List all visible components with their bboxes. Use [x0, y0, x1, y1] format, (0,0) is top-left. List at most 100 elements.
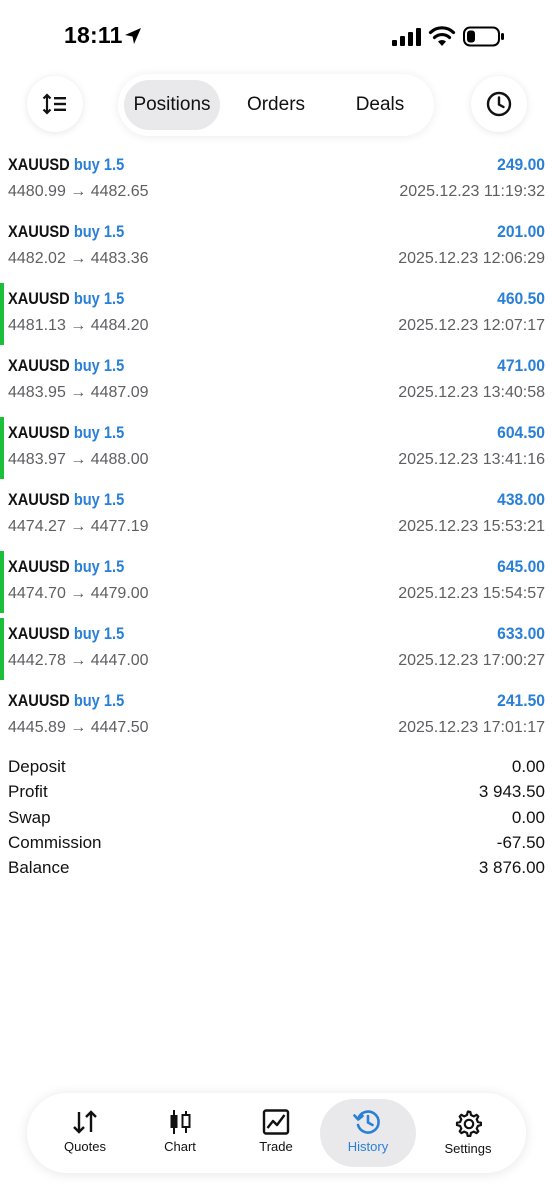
tab-deals[interactable]: Deals [332, 80, 428, 130]
summary-panel: Deposit 0.00 Profit 3 943.50 Swap 0.00 Commiss… [0, 755, 553, 881]
deal-symbol-line: XAUUSD buy 1.5 [8, 624, 124, 644]
summary-row: Commission -67.50 [0, 831, 553, 856]
deal-prices: 4481.13 → 4484.20 [8, 317, 149, 334]
deal-row[interactable]: XAUUSD buy 1.5 4480.99 → 4482.65 249.00 202… [0, 145, 553, 212]
nav-trade[interactable]: Trade [228, 1099, 324, 1167]
gear-icon [455, 1110, 482, 1137]
deal-time: 2025.12.23 13:41:16 [398, 451, 545, 468]
deal-row[interactable]: XAUUSD buy 1.5 4442.78 → 4447.00 633.00 202… [0, 614, 553, 681]
nav-label: History [347, 1139, 389, 1154]
deal-symbol: XAUUSD [8, 222, 70, 241]
tab-orders[interactable]: Orders [230, 80, 322, 130]
deal-side-volume: buy 1.5 [73, 490, 125, 509]
quotes-arrows-icon [73, 1110, 97, 1134]
summary-label: Swap [8, 807, 51, 827]
deal-profit: 438.00 [497, 490, 545, 509]
summary-label: Balance [8, 858, 70, 878]
nav-label: Settings [444, 1141, 492, 1156]
sort-icon [42, 93, 66, 115]
deal-prices: 4474.70 → 4479.00 [8, 585, 149, 602]
nav-chart[interactable]: Chart [132, 1099, 228, 1167]
summary-label: Deposit [8, 757, 66, 776]
history-icon [353, 1110, 380, 1134]
deal-symbol-line: XAUUSD buy 1.5 [8, 155, 124, 175]
deal-time: 2025.12.23 15:53:21 [398, 518, 545, 535]
summary-label: Commission [8, 832, 102, 852]
deal-symbol-line: XAUUSD buy 1.5 [8, 289, 124, 309]
nav-label: Trade [259, 1139, 293, 1154]
deal-profit: 241.50 [497, 691, 545, 710]
deal-row[interactable]: XAUUSD buy 1.5 4482.02 → 4483.36 201.00 202… [0, 212, 553, 279]
deal-row[interactable]: XAUUSD buy 1.5 4481.13 → 4484.20 460.50 202… [0, 279, 553, 346]
cellular-signal-icon [392, 28, 421, 46]
deal-symbol-line: XAUUSD buy 1.5 [8, 490, 124, 510]
summary-label: Profit [8, 782, 48, 802]
summary-row: Swap 0.00 [0, 806, 553, 831]
deal-side-volume: buy 1.5 [73, 222, 125, 241]
deal-symbol-line: XAUUSD buy 1.5 [8, 222, 124, 242]
deal-symbol-line: XAUUSD buy 1.5 [8, 691, 124, 711]
deal-marker [0, 618, 4, 680]
summary-value: 3 943.50 [478, 782, 545, 802]
summary-row: Balance 3 876.00 [0, 856, 553, 881]
summary-row: Profit 3 943.50 [0, 780, 553, 805]
deal-symbol-line: XAUUSD buy 1.5 [8, 423, 124, 443]
tab-positions[interactable]: Positions [124, 80, 220, 130]
deal-profit: 645.00 [497, 557, 545, 576]
deal-marker [0, 551, 4, 613]
nav-quotes[interactable]: Quotes [37, 1099, 133, 1167]
summary-value: 0.00 [511, 807, 545, 827]
deal-row[interactable]: XAUUSD buy 1.5 4474.70 → 4479.00 645.00 202… [0, 547, 553, 614]
deal-symbol: XAUUSD [8, 423, 70, 442]
deal-marker [0, 417, 4, 479]
period-button[interactable] [471, 76, 527, 132]
clock-icon [486, 91, 512, 117]
deal-time: 2025.12.23 13:40:58 [398, 384, 545, 401]
deal-symbol: XAUUSD [8, 289, 70, 308]
deal-symbol: XAUUSD [8, 624, 70, 643]
deal-time: 2025.12.23 12:06:29 [398, 250, 545, 267]
deal-symbol-line: XAUUSD buy 1.5 [8, 356, 124, 376]
deal-symbol: XAUUSD [8, 155, 70, 174]
history-mode-tabs: Positions Orders Deals [118, 74, 434, 136]
deal-side-volume: buy 1.5 [73, 289, 125, 308]
sort-button[interactable] [27, 76, 83, 132]
deal-profit: 249.00 [497, 155, 545, 174]
summary-value: 3 876.00 [478, 858, 545, 878]
deal-row[interactable]: XAUUSD buy 1.5 4483.97 → 4488.00 604.50 202… [0, 413, 553, 480]
location-arrow-icon [125, 28, 141, 44]
deal-time: 2025.12.23 17:00:27 [398, 652, 545, 669]
nav-history[interactable]: History [320, 1099, 416, 1167]
deal-time: 2025.12.23 17:01:17 [398, 719, 545, 736]
deal-time: 2025.12.23 12:07:17 [398, 317, 545, 334]
deal-symbol: XAUUSD [8, 356, 70, 375]
deal-profit: 633.00 [497, 624, 545, 643]
deal-symbol: XAUUSD [8, 557, 70, 576]
deal-profit: 604.50 [497, 423, 545, 442]
status-bar: 18:11 [0, 0, 553, 74]
deal-profit: 201.00 [497, 222, 545, 241]
deal-row[interactable]: XAUUSD buy 1.5 4474.27 → 4477.19 438.00 202… [0, 480, 553, 547]
deal-prices: 4442.78 → 4447.00 [8, 652, 149, 669]
deal-time: 2025.12.23 11:19:32 [399, 183, 545, 200]
deal-row[interactable]: XAUUSD buy 1.5 4483.95 → 4487.09 471.00 202… [0, 346, 553, 413]
deal-symbol: XAUUSD [8, 691, 70, 710]
deal-symbol: XAUUSD [8, 490, 70, 509]
deal-side-volume: buy 1.5 [73, 557, 125, 576]
deal-symbol-line: XAUUSD buy 1.5 [8, 557, 124, 577]
deal-prices: 4483.97 → 4488.00 [8, 451, 149, 468]
trade-chart-icon [262, 1109, 290, 1135]
bottom-nav: Quotes Chart Trade History Settings [27, 1093, 526, 1173]
deal-side-volume: buy 1.5 [73, 356, 125, 375]
battery-low-icon [463, 26, 504, 47]
deal-row[interactable]: XAUUSD buy 1.5 4445.89 → 4447.50 241.50 202… [0, 681, 553, 748]
wifi-icon [428, 26, 456, 46]
summary-value: 0.00 [511, 757, 545, 776]
deal-prices: 4482.02 → 4483.36 [8, 250, 149, 267]
deal-side-volume: buy 1.5 [73, 624, 125, 643]
nav-settings[interactable]: Settings [420, 1099, 516, 1167]
deal-marker [0, 283, 4, 345]
nav-label: Quotes [64, 1139, 106, 1154]
nav-label: Chart [164, 1139, 196, 1154]
deal-side-volume: buy 1.5 [73, 155, 125, 174]
